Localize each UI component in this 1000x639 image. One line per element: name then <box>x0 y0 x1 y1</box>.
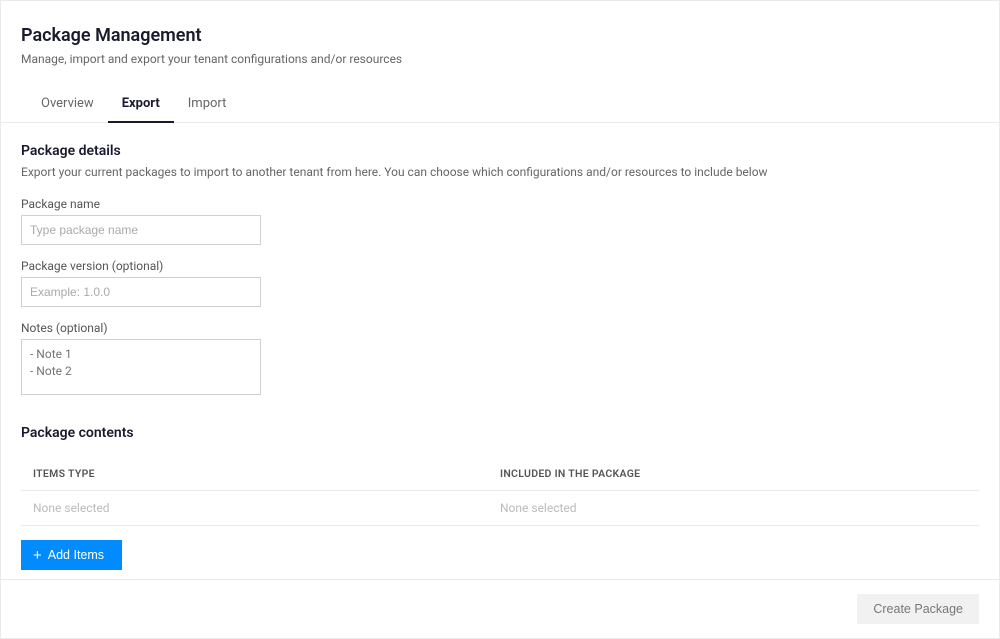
contents-table: ITEMS TYPE INCLUDED IN THE PACKAGE None … <box>21 457 979 526</box>
plus-icon: + <box>33 548 42 563</box>
tabs: Overview Export Import <box>1 86 999 123</box>
tab-export[interactable]: Export <box>108 86 174 123</box>
tab-import[interactable]: Import <box>174 86 241 123</box>
package-name-label: Package name <box>21 197 979 211</box>
column-included: INCLUDED IN THE PACKAGE <box>500 467 967 480</box>
package-management-card: Package Management Manage, import and ex… <box>0 0 1000 639</box>
tab-panel-export: Package details Export your current pack… <box>1 123 999 570</box>
package-contents-title: Package contents <box>21 425 979 441</box>
contents-table-header: ITEMS TYPE INCLUDED IN THE PACKAGE <box>21 457 979 491</box>
cell-items-type: None selected <box>33 501 500 515</box>
page-header: Package Management Manage, import and ex… <box>1 1 999 123</box>
package-details-title: Package details <box>21 143 979 159</box>
add-items-label: Add Items <box>48 548 104 562</box>
package-notes-label: Notes (optional) <box>21 321 979 335</box>
page-title: Package Management <box>21 25 979 46</box>
package-details-desc: Export your current packages to import t… <box>21 165 979 179</box>
table-row: None selected None selected <box>21 491 979 526</box>
package-name-input[interactable] <box>21 215 261 245</box>
cell-included: None selected <box>500 501 967 515</box>
package-notes-input[interactable] <box>21 339 261 395</box>
add-items-button[interactable]: + Add Items <box>21 540 122 570</box>
create-package-button[interactable]: Create Package <box>857 594 979 624</box>
card-footer: Create Package <box>1 579 999 638</box>
column-items-type: ITEMS TYPE <box>33 467 500 480</box>
package-version-label: Package version (optional) <box>21 259 979 273</box>
tab-overview[interactable]: Overview <box>27 86 108 123</box>
page-subtitle: Manage, import and export your tenant co… <box>21 52 979 66</box>
package-version-input[interactable] <box>21 277 261 307</box>
